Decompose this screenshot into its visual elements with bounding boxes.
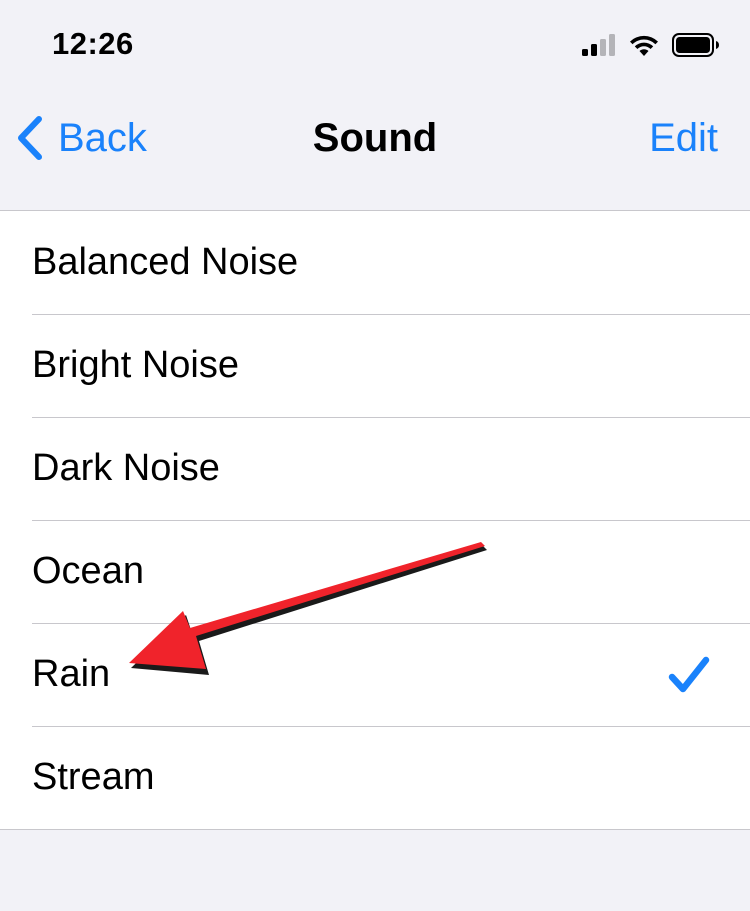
status-time: 12:26 [52,26,134,61]
list-item-rain[interactable]: Rain [0,623,750,726]
list-item-stream[interactable]: Stream [0,726,750,829]
list-item-label: Bright Noise [32,344,239,386]
list-item-label: Ocean [32,550,144,592]
sound-list: Balanced Noise Bright Noise Dark Noise O… [0,210,750,830]
back-button[interactable]: Back [16,108,147,168]
list-item-label: Rain [32,653,111,695]
checkmark-icon [668,656,710,693]
wifi-icon [630,35,658,56]
chevron-left-icon [18,116,42,160]
battery-icon [672,33,719,57]
status-bar: 12:26 [0,0,750,90]
status-icons [582,30,720,60]
edit-button[interactable]: Edit [649,108,718,168]
list-item-ocean[interactable]: Ocean [0,520,750,623]
list-item-label: Dark Noise [32,447,220,489]
list-item-label: Balanced Noise [32,241,299,283]
back-label: Back [58,115,147,160]
navigation-bar: Back Sound Edit [0,90,750,210]
list-item-label: Stream [32,756,155,798]
list-item-bright-noise[interactable]: Bright Noise [0,314,750,417]
list-item-balanced-noise[interactable]: Balanced Noise [0,211,750,314]
list-item-dark-noise[interactable]: Dark Noise [0,417,750,520]
cellular-signal-icon [582,34,615,56]
